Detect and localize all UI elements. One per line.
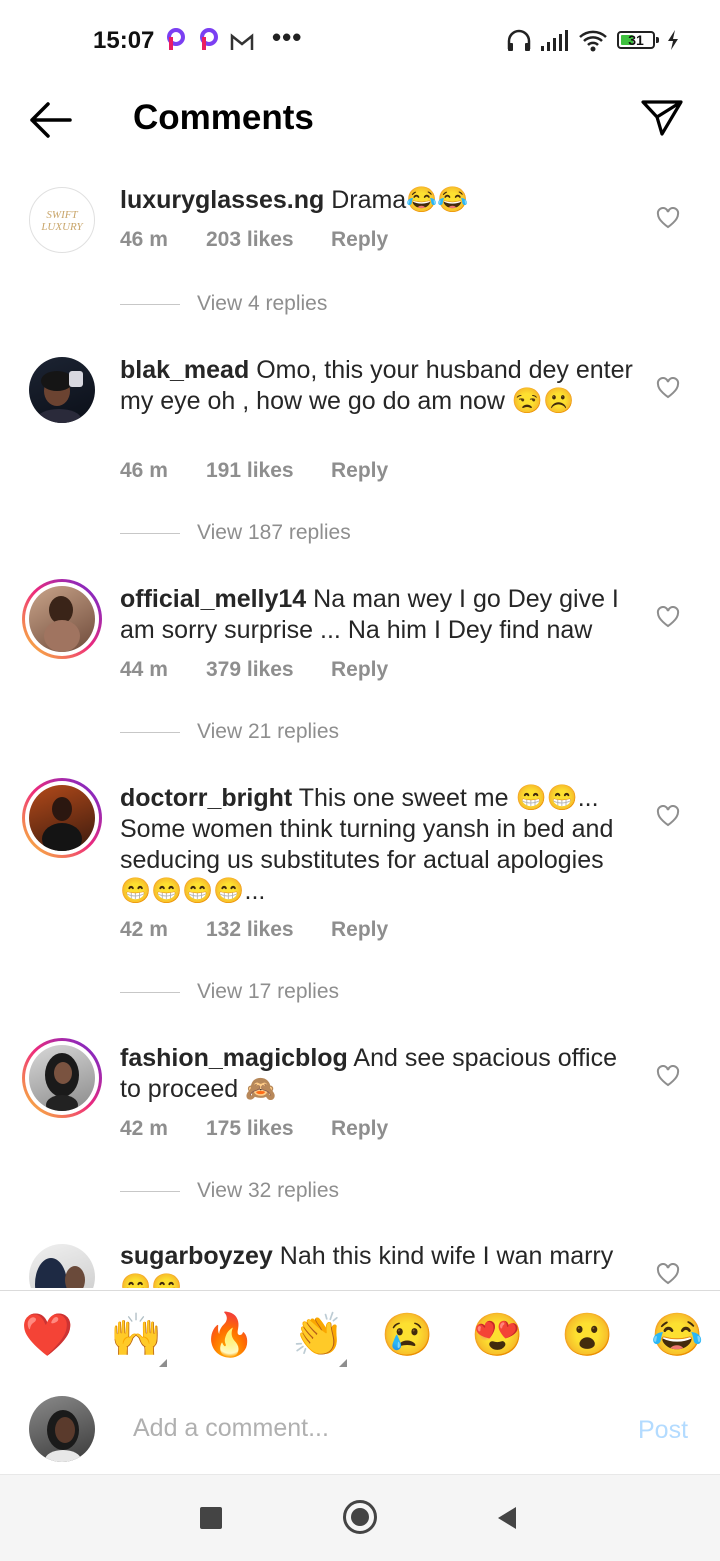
reply-button[interactable]: Reply [331, 228, 388, 252]
reaction-laughing[interactable]: 😂 [651, 1309, 703, 1361]
reaction-heart-eyes[interactable]: 😍 [471, 1309, 523, 1361]
comment-likes[interactable]: 191 likes [206, 459, 294, 483]
reaction-surprised[interactable]: 😮 [561, 1309, 613, 1361]
view-replies-label: View 32 replies [197, 1179, 340, 1202]
heart-icon[interactable] [656, 1065, 680, 1087]
comment-composer: Add a comment... Post [0, 1383, 720, 1473]
comment-username[interactable]: blak_mead [120, 356, 249, 384]
comment-likes[interactable]: 203 likes [206, 228, 294, 252]
home-icon[interactable] [343, 1500, 377, 1534]
share-button[interactable] [640, 98, 684, 138]
story-ring[interactable] [22, 778, 102, 858]
current-user-avatar [29, 1396, 95, 1462]
arrow-left-icon [30, 102, 72, 138]
reply-button[interactable]: Reply [331, 918, 388, 942]
more-notifications-icon: ••• [272, 22, 303, 52]
comment-body: Drama😂😂 [331, 186, 469, 214]
gmail-icon [230, 31, 254, 57]
reaction-clapping[interactable]: 👏 [292, 1309, 344, 1361]
status-time: 15:07 [93, 27, 155, 54]
comment-likes[interactable]: 379 likes [206, 658, 294, 682]
comment-username[interactable]: doctorr_bright [120, 784, 292, 812]
comment-text: fashion_magicblog And see spacious offic… [120, 1043, 640, 1105]
comment-text: sugarboyzey Nah this kind wife I wan mar… [120, 1241, 640, 1288]
swift-luxury-logo: SWIFT LUXURY [40, 209, 84, 233]
avatar [29, 785, 95, 851]
reaction-heart[interactable]: ❤️ [21, 1309, 73, 1361]
comment-username[interactable]: fashion_magicblog [120, 1044, 348, 1072]
comment-likes[interactable]: 175 likes [206, 1117, 294, 1141]
view-replies-label: View 187 replies [197, 521, 351, 544]
wifi-icon [578, 29, 608, 58]
avatar[interactable]: SWIFT LUXURY [29, 187, 95, 253]
heart-icon[interactable] [656, 377, 680, 399]
avatar [29, 1045, 95, 1111]
story-ring[interactable] [22, 579, 102, 659]
heart-icon[interactable] [656, 805, 680, 827]
skin-tone-indicator [159, 1359, 167, 1367]
comment-username[interactable]: luxuryglasses.ng [120, 186, 324, 214]
view-replies-label: View 17 replies [197, 980, 340, 1003]
comment-text: doctorr_bright This one sweet me 😁😁... S… [120, 783, 640, 907]
reaction-raised-hands[interactable]: 🙌 [110, 1309, 162, 1361]
battery-level: 31 [628, 32, 644, 48]
p-app-icon [199, 28, 219, 58]
recents-icon[interactable] [200, 1507, 222, 1529]
svg-text:LUXURY: LUXURY [40, 221, 84, 233]
quick-reaction-bar: ❤️ 🙌 🔥 👏 😢 😍 😮 😂 [0, 1290, 720, 1384]
back-nav-icon[interactable] [496, 1505, 518, 1536]
heart-icon[interactable] [656, 1263, 680, 1285]
comment-time: 44 m [120, 658, 168, 681]
heart-icon[interactable] [656, 207, 680, 229]
avatar[interactable] [29, 1244, 95, 1288]
signal-icon [540, 30, 570, 57]
back-button[interactable] [28, 100, 74, 140]
comment-time: 42 m [120, 1117, 168, 1140]
reply-button[interactable]: Reply [331, 459, 388, 483]
comment-text: blak_mead Omo, this your husband dey ent… [120, 355, 640, 417]
heart-icon[interactable] [656, 606, 680, 628]
comment-time: 46 m [120, 459, 168, 482]
send-icon [641, 100, 683, 136]
view-replies-label: View 4 replies [197, 292, 328, 315]
view-replies-label: View 21 replies [197, 720, 340, 743]
reaction-fire[interactable]: 🔥 [203, 1309, 255, 1361]
reply-button[interactable]: Reply [331, 658, 388, 682]
story-ring[interactable] [22, 1038, 102, 1118]
skin-tone-indicator [339, 1359, 347, 1367]
avatar[interactable] [29, 357, 95, 423]
status-bar: 15:07 ••• 31 [0, 0, 720, 80]
system-nav-bar [0, 1474, 720, 1561]
comment-likes[interactable]: 132 likes [206, 918, 294, 942]
comment-input[interactable]: Add a comment... [133, 1414, 329, 1443]
avatar [29, 586, 95, 652]
comment-clipped: sugarboyzey Nah this kind wife I wan mar… [0, 1230, 720, 1288]
svg-text:SWIFT: SWIFT [46, 209, 78, 221]
comment-text: luxuryglasses.ng Drama😂😂 [120, 185, 640, 216]
reaction-crying[interactable]: 😢 [381, 1309, 433, 1361]
p-app-icon [166, 28, 186, 58]
comment-time: 42 m [120, 918, 168, 941]
reply-button[interactable]: Reply [331, 1117, 388, 1141]
battery-icon: 31 [617, 31, 659, 49]
comment-text: official_melly14 Na man wey I go Dey giv… [120, 584, 640, 646]
post-button[interactable]: Post [638, 1416, 688, 1445]
charging-icon [666, 29, 680, 56]
headphones-icon [506, 28, 532, 57]
page-title: Comments [133, 98, 314, 137]
comment-username[interactable]: official_melly14 [120, 585, 306, 613]
comment-username[interactable]: sugarboyzey [120, 1242, 273, 1270]
comment-time: 46 m [120, 228, 168, 251]
